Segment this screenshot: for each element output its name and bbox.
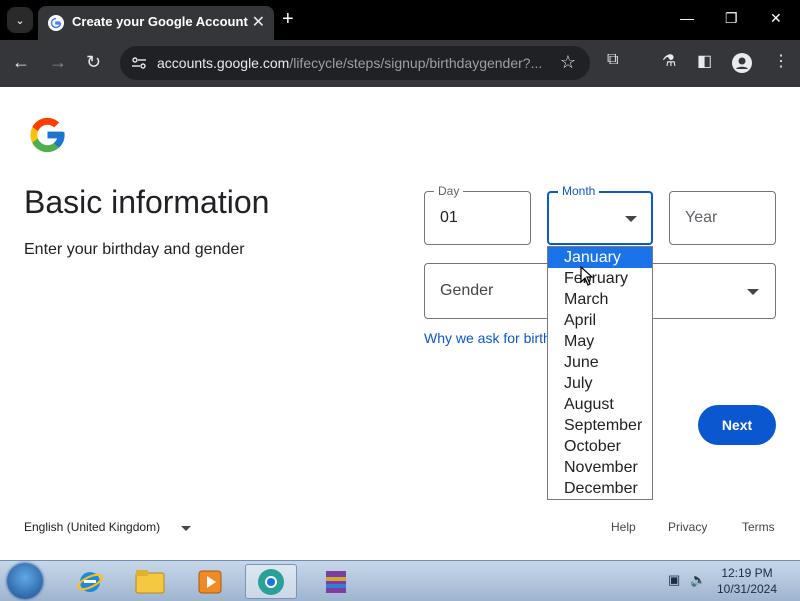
ie-icon[interactable] xyxy=(64,564,116,599)
media-player-icon[interactable] xyxy=(184,564,236,599)
privacy-link[interactable]: Privacy xyxy=(668,520,707,534)
tab-strip: ⌄ Create your Google Account ✕ + — ❐ ✕ xyxy=(0,0,800,40)
maximize-icon[interactable]: ❐ xyxy=(725,10,738,27)
back-icon[interactable]: ← xyxy=(12,52,30,72)
month-option-december[interactable]: December xyxy=(548,478,652,499)
reload-icon[interactable]: ↻ xyxy=(86,52,101,72)
labs-icon[interactable]: ⚗ xyxy=(662,51,676,71)
month-option-july[interactable]: July xyxy=(548,373,652,394)
day-label: Day xyxy=(434,184,464,198)
side-panel-icon[interactable]: ◧ xyxy=(697,51,712,71)
google-favicon xyxy=(48,15,64,31)
gender-placeholder: Gender xyxy=(440,282,494,299)
page-subtitle: Enter your birthday and gender xyxy=(24,241,245,258)
taskbar: ▣ 🔈 12:19 PM 10/31/2024 xyxy=(0,560,800,601)
close-icon[interactable]: ✕ xyxy=(252,12,265,32)
start-icon[interactable] xyxy=(7,563,43,599)
address-bar[interactable]: accounts.google.com/lifecycle/steps/sign… xyxy=(120,46,590,80)
url-host: accounts.google.com xyxy=(157,55,290,71)
system-clock[interactable]: 12:19 PM 10/31/2024 xyxy=(712,565,782,597)
month-label: Month xyxy=(558,184,600,198)
month-option-august[interactable]: August xyxy=(548,394,652,415)
tab-search-icon[interactable]: ⌄ xyxy=(7,7,33,33)
month-select[interactable]: Month xyxy=(547,184,653,245)
year-field[interactable]: Year xyxy=(669,191,776,245)
next-button[interactable]: Next xyxy=(698,405,776,445)
volume-icon[interactable]: 🔈 xyxy=(690,572,706,588)
month-option-january[interactable]: January xyxy=(548,247,652,268)
chevron-down-icon xyxy=(625,216,637,222)
day-field[interactable]: Day 01 xyxy=(424,184,531,245)
clock-time: 12:19 PM xyxy=(721,566,773,580)
clock-date: 10/31/2024 xyxy=(716,582,778,596)
archive-glyph xyxy=(326,570,346,593)
profile-icon[interactable] xyxy=(732,53,752,73)
language-select[interactable]: English (United Kingdom) xyxy=(24,520,160,534)
month-option-october[interactable]: October xyxy=(548,436,652,457)
page-title: Basic information xyxy=(24,184,270,220)
ie-glyph xyxy=(77,571,103,592)
forward-icon[interactable]: → xyxy=(49,52,67,72)
new-tab-icon[interactable]: + xyxy=(282,9,294,29)
browser-glyph xyxy=(258,568,284,595)
network-icon[interactable]: ▣ xyxy=(668,572,680,588)
mouse-cursor-icon xyxy=(580,266,594,286)
month-option-april[interactable]: April xyxy=(548,310,652,331)
chrome-app-icon[interactable] xyxy=(245,564,297,599)
folder-glyph xyxy=(135,569,165,593)
media-glyph xyxy=(198,570,222,593)
month-option-june[interactable]: June xyxy=(548,352,652,373)
month-dropdown-list: January February March April May June July Augu… xyxy=(547,246,653,500)
terms-link[interactable]: Terms xyxy=(742,520,775,534)
tab-create-account[interactable]: Create your Google Account ✕ xyxy=(38,6,274,40)
month-option-march[interactable]: March xyxy=(548,289,652,310)
menu-icon[interactable]: ⋮ xyxy=(773,51,789,71)
month-option-november[interactable]: November xyxy=(548,457,652,478)
tab-title: Create your Google Account xyxy=(72,14,248,29)
explorer-icon[interactable] xyxy=(124,564,176,599)
month-option-september[interactable]: September xyxy=(548,415,652,436)
month-option-may[interactable]: May xyxy=(548,331,652,352)
chevron-down-icon[interactable] xyxy=(181,526,191,531)
minimize-icon[interactable]: — xyxy=(680,10,694,26)
year-placeholder: Year xyxy=(685,209,718,226)
day-value: 01 xyxy=(440,209,458,226)
month-option-february[interactable]: February xyxy=(548,268,652,289)
url-text: accounts.google.com/lifecycle/steps/sign… xyxy=(157,55,542,71)
google-logo xyxy=(30,117,65,153)
site-info-icon[interactable] xyxy=(131,55,147,71)
help-link[interactable]: Help xyxy=(611,520,636,534)
chevron-down-icon xyxy=(747,289,759,295)
browser-toolbar: ← → ↻ accounts.google.com/lifecycle/step… xyxy=(0,40,800,87)
window-close-icon[interactable]: ✕ xyxy=(770,10,782,27)
winrar-icon[interactable] xyxy=(310,564,362,599)
extensions-icon[interactable]: ⧉ xyxy=(607,51,618,69)
url-path: /lifecycle/steps/signup/birthdaygender?.… xyxy=(289,55,543,71)
bookmark-star-icon[interactable]: ☆ xyxy=(560,52,576,73)
